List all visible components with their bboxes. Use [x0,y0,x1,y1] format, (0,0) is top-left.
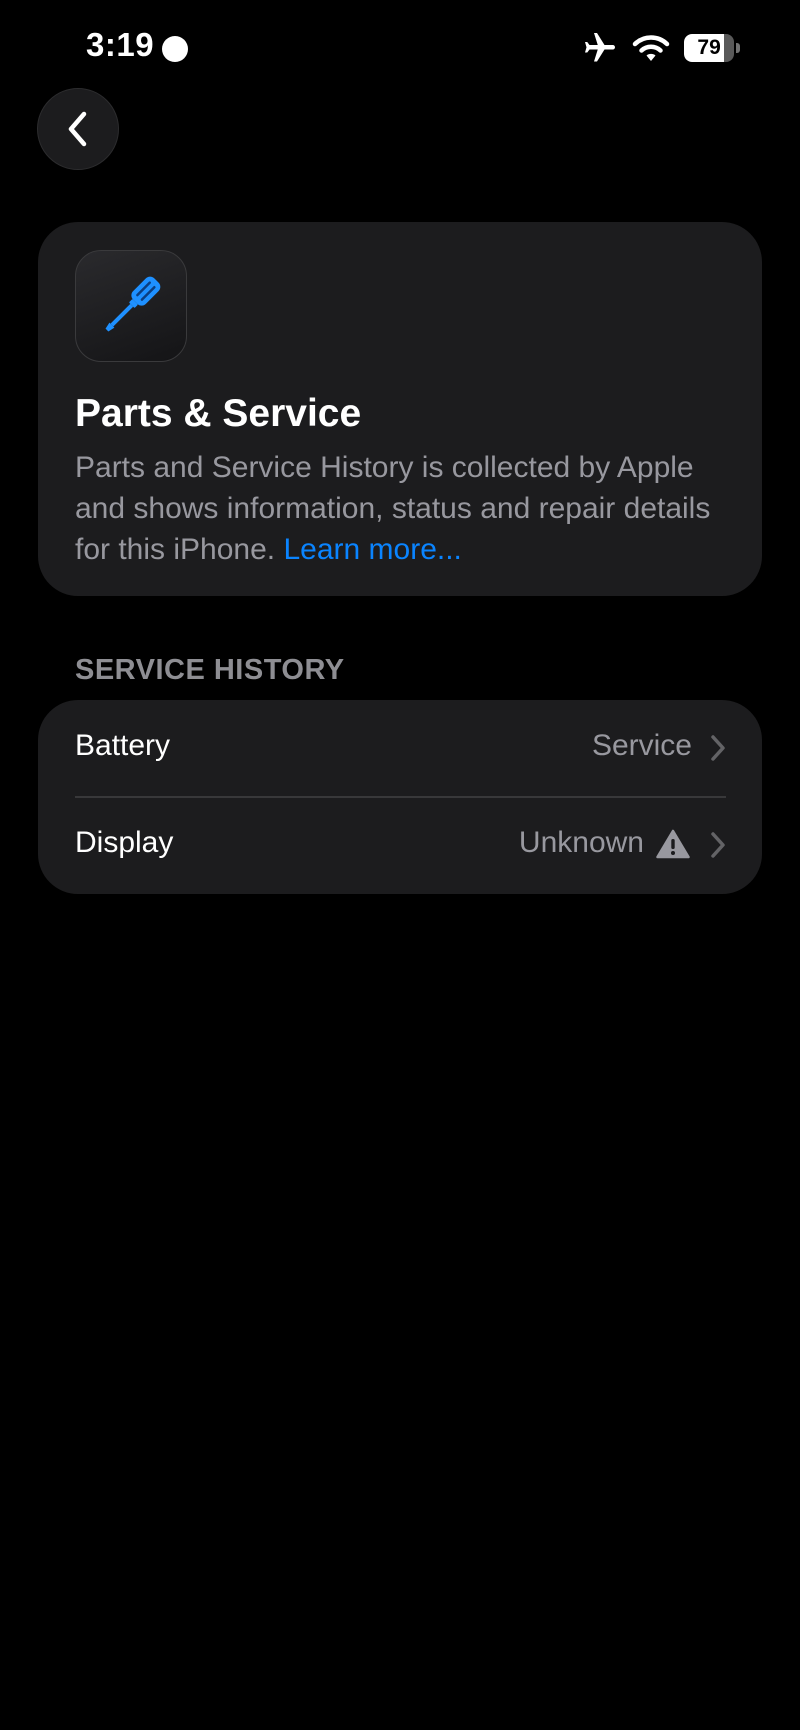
status-time: 3:19 [86,26,155,63]
chevron-right-icon [710,734,726,767]
page-title: Parts & Service [75,392,362,435]
list-item-display[interactable]: Display Unknown [38,797,762,894]
card-description: Parts and Service History is collected b… [75,447,715,570]
status-bar: 3:19 79 [0,0,800,96]
row-value: Service [591,729,692,762]
battery-icon: 79 [684,34,740,62]
section-header-service-history: SERVICE HISTORY [75,654,345,686]
learn-more-link[interactable]: Learn more... [283,533,461,566]
warning-icon [656,829,690,864]
recording-dot-icon [162,36,188,62]
screwdriver-icon [75,250,187,362]
service-history-list: Battery Service Display Unknown [38,700,762,894]
chevron-left-icon [68,111,87,147]
row-label: Battery [75,729,171,762]
wifi-icon [632,33,670,63]
back-button[interactable] [37,88,119,170]
row-label: Display [75,826,174,859]
battery-level: 79 [697,36,721,59]
list-item-battery[interactable]: Battery Service [38,700,762,798]
parts-service-info-card: Parts & Service Parts and Service Histor… [38,222,762,596]
chevron-right-icon [710,831,726,864]
airplane-icon [582,30,618,66]
status-indicators: 79 [582,30,740,66]
row-value: Unknown [518,826,644,859]
